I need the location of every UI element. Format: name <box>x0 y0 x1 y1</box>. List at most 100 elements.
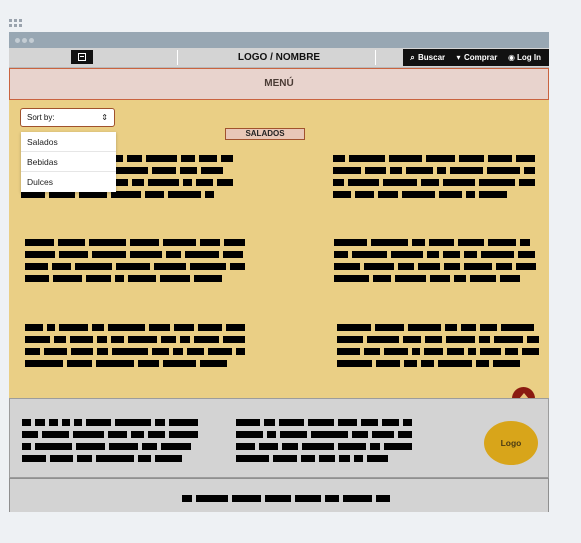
placeholder-text-bar <box>390 167 402 174</box>
placeholder-text-bar <box>398 431 412 438</box>
placeholder-text-bar <box>187 348 204 355</box>
placeholder-text-bar <box>86 275 111 282</box>
placeholder-text-bar <box>338 419 357 426</box>
placeholder-text-bar <box>224 239 245 246</box>
placeholder-text-bar <box>22 455 46 462</box>
placeholder-text-bar <box>35 443 72 450</box>
placeholder-text-bar <box>180 167 197 174</box>
placeholder-text-bar <box>516 263 536 270</box>
placeholder-text-bar <box>334 275 369 282</box>
hamburger-icon[interactable] <box>71 50 93 64</box>
placeholder-text-bar <box>185 251 219 258</box>
placeholder-text-bar <box>86 419 111 426</box>
placeholder-text-bar <box>488 155 512 162</box>
buscar-link[interactable]: ⌕ Buscar <box>407 49 445 66</box>
placeholder-text-bar <box>480 348 501 355</box>
placeholder-text-bar <box>97 336 107 343</box>
placeholder-text-bar <box>382 419 399 426</box>
sort-by-label: Sort by: <box>27 113 55 122</box>
placeholder-text-bar <box>496 263 512 270</box>
placeholder-text-bar <box>406 167 433 174</box>
sort-by-select[interactable]: Sort by: ⇕ <box>20 108 115 127</box>
placeholder-text-bar <box>111 167 148 174</box>
placeholder-text-bar <box>111 191 141 198</box>
placeholder-text-bar <box>146 155 177 162</box>
placeholder-text-bar <box>445 324 457 331</box>
placeholder-text-bar <box>22 431 38 438</box>
placeholder-text-bar <box>92 324 104 331</box>
site-logo-name[interactable]: LOGO / NOMBRE <box>179 49 379 67</box>
footer-logo[interactable]: Logo <box>484 421 538 465</box>
placeholder-text-bar <box>421 360 434 367</box>
placeholder-text-bar <box>166 251 181 258</box>
placeholder-text-bar <box>77 455 92 462</box>
login-link[interactable]: ◉ Log In <box>506 49 541 66</box>
placeholder-text-bar <box>196 495 228 502</box>
placeholder-text-bar <box>403 419 412 426</box>
placeholder-text-bar <box>479 336 490 343</box>
placeholder-text-bar <box>25 251 55 258</box>
placeholder-text-bar <box>49 191 75 198</box>
placeholder-text-bar <box>148 431 165 438</box>
placeholder-text-bar <box>361 419 378 426</box>
buscar-label: Buscar <box>418 53 446 62</box>
sort-option-bebidas[interactable]: Bebidas <box>21 152 116 172</box>
window-dot <box>15 38 20 43</box>
placeholder-text-bar <box>348 179 379 186</box>
menu-header[interactable]: MENÚ <box>9 68 549 100</box>
sort-dropdown: Salados Bebidas Dulces <box>21 132 116 192</box>
nav-actions: ⌕ Buscar ▾ Comprar ◉ Log In <box>403 49 549 66</box>
placeholder-text-bar <box>389 155 422 162</box>
placeholder-text-bar <box>128 275 156 282</box>
placeholder-text-bar <box>22 419 31 426</box>
placeholder-text-bar <box>325 495 339 502</box>
placeholder-text-bar <box>130 251 162 258</box>
placeholder-text-bar <box>424 348 443 355</box>
placeholder-text-bar <box>522 348 539 355</box>
placeholder-text-bar <box>461 324 476 331</box>
placeholder-text-bar <box>221 155 233 162</box>
placeholder-text-bar <box>376 360 400 367</box>
placeholder-text-bar <box>443 251 460 258</box>
sort-option-dulces[interactable]: Dulces <box>21 172 116 192</box>
search-icon: ⌕ <box>410 53 415 62</box>
placeholder-text-bar <box>59 324 88 331</box>
placeholder-text-bar <box>128 336 157 343</box>
user-icon: ◉ <box>508 53 515 62</box>
placeholder-text-bar <box>116 263 150 270</box>
placeholder-text-bar <box>391 251 423 258</box>
placeholder-text-bar <box>352 431 368 438</box>
login-label: Log In <box>517 53 541 62</box>
drag-grip-icon[interactable] <box>9 19 23 29</box>
placeholder-text-bar <box>338 443 366 450</box>
placeholder-text-bar <box>49 419 58 426</box>
sort-option-salados[interactable]: Salados <box>21 132 116 152</box>
placeholder-text-bar <box>373 275 391 282</box>
placeholder-text-bar <box>527 336 539 343</box>
placeholder-text-bar <box>370 443 380 450</box>
comprar-link[interactable]: ▾ Comprar <box>453 49 497 66</box>
placeholder-text-bar <box>236 443 255 450</box>
comprar-label: Comprar <box>464 53 498 62</box>
placeholder-text-bar <box>168 191 201 198</box>
placeholder-text-bar <box>301 455 315 462</box>
placeholder-text-bar <box>372 431 394 438</box>
placeholder-text-bar <box>58 239 85 246</box>
placeholder-text-bar <box>236 419 260 426</box>
placeholder-text-bar <box>334 239 367 246</box>
placeholder-text-bar <box>264 419 275 426</box>
placeholder-text-bar <box>163 360 196 367</box>
placeholder-text-bar <box>337 324 371 331</box>
footer-main: Logo <box>9 398 549 478</box>
placeholder-text-bar <box>169 431 198 438</box>
placeholder-text-bar <box>334 251 348 258</box>
placeholder-text-bar <box>524 167 535 174</box>
placeholder-text-bar <box>25 239 54 246</box>
placeholder-text-bar <box>364 348 380 355</box>
placeholder-text-bar <box>108 324 145 331</box>
placeholder-text-bar <box>430 275 450 282</box>
placeholder-text-bar <box>174 324 194 331</box>
placeholder-text-bar <box>92 251 126 258</box>
placeholder-text-bar <box>223 336 245 343</box>
placeholder-text-bar <box>339 455 350 462</box>
